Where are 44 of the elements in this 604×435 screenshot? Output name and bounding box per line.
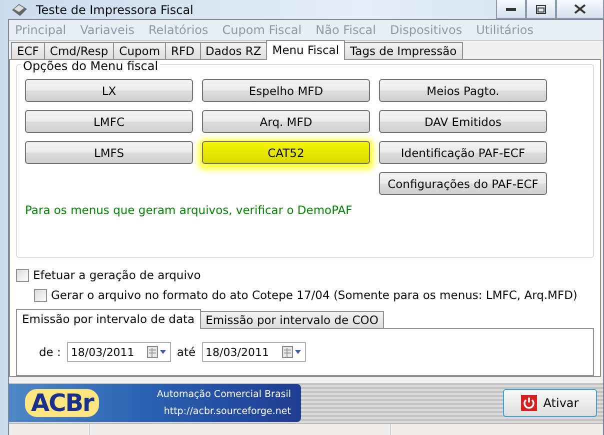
checkbox[interactable]	[34, 288, 47, 302]
tab[interactable]: Cupom	[113, 42, 166, 60]
menu-button[interactable]: LMFC	[25, 110, 193, 133]
checkbox-label: Gerar o arquivo no formato do ato Cotepe 17/04 (Somente para os menus: LMFC, Arq.MFD)	[51, 288, 578, 302]
banner-tagline: Automação Comercial Brasil	[156, 389, 291, 400]
date-label: de :	[39, 345, 61, 359]
maximize-button[interactable]	[526, 0, 556, 19]
tab[interactable]: RFD	[165, 42, 200, 60]
tab[interactable]: Emissão por intervalo de data	[16, 309, 201, 329]
tab[interactable]: Cmd/Resp	[44, 42, 114, 60]
menu-button[interactable]: CAT52	[202, 141, 370, 164]
hint-text: Para os menus que geram arquivos, verificar o DemoPAF	[25, 203, 354, 217]
checkbox-label: Efetuar a geração de arquivo	[33, 268, 201, 282]
calendar-dropdown-icon[interactable]	[282, 346, 302, 358]
activate-button[interactable]: Ativar	[503, 389, 597, 417]
logo: ACBr	[25, 389, 100, 417]
maximize-icon	[536, 4, 546, 14]
menu-button[interactable]: Meios Pagto.	[379, 79, 547, 102]
group-title: Opções do Menu fiscal	[21, 59, 160, 73]
menu-button[interactable]: DAV Emitidos	[379, 110, 547, 133]
power-icon	[521, 395, 538, 411]
close-button[interactable]	[556, 0, 604, 19]
menu-button[interactable]: Identificação PAF-ECF	[379, 141, 547, 164]
menu-button[interactable]: Configurações do PAF-ECF	[379, 172, 547, 195]
menu-button[interactable]: Espelho MFD	[202, 79, 370, 102]
date-field[interactable]: 18/03/2011	[66, 342, 171, 362]
minimize-button[interactable]	[496, 0, 526, 19]
tab[interactable]: Menu Fiscal	[266, 40, 346, 60]
date-label: até	[176, 345, 196, 359]
close-icon	[574, 4, 586, 14]
menu-button[interactable]: LX	[25, 79, 193, 102]
printer-icon	[10, 2, 28, 18]
menu-button[interactable]: LMFS	[25, 141, 193, 164]
tab[interactable]: Emissão por intervalo de COO	[200, 311, 384, 329]
calendar-dropdown-icon[interactable]	[146, 346, 167, 358]
tab[interactable]: ECF	[11, 42, 45, 60]
menu-button[interactable]: Arq. MFD	[202, 110, 370, 133]
checkbox[interactable]	[16, 268, 29, 282]
banner-url: http://acbr.sourceforge.net	[164, 406, 291, 417]
date-field[interactable]: 18/03/2011	[202, 342, 306, 362]
minimize-icon	[506, 7, 516, 11]
window-title: Teste de Impressora Fiscal	[36, 2, 194, 16]
tab[interactable]: Dados RZ	[200, 42, 268, 60]
tab[interactable]: Tags de Impressão	[344, 42, 463, 60]
